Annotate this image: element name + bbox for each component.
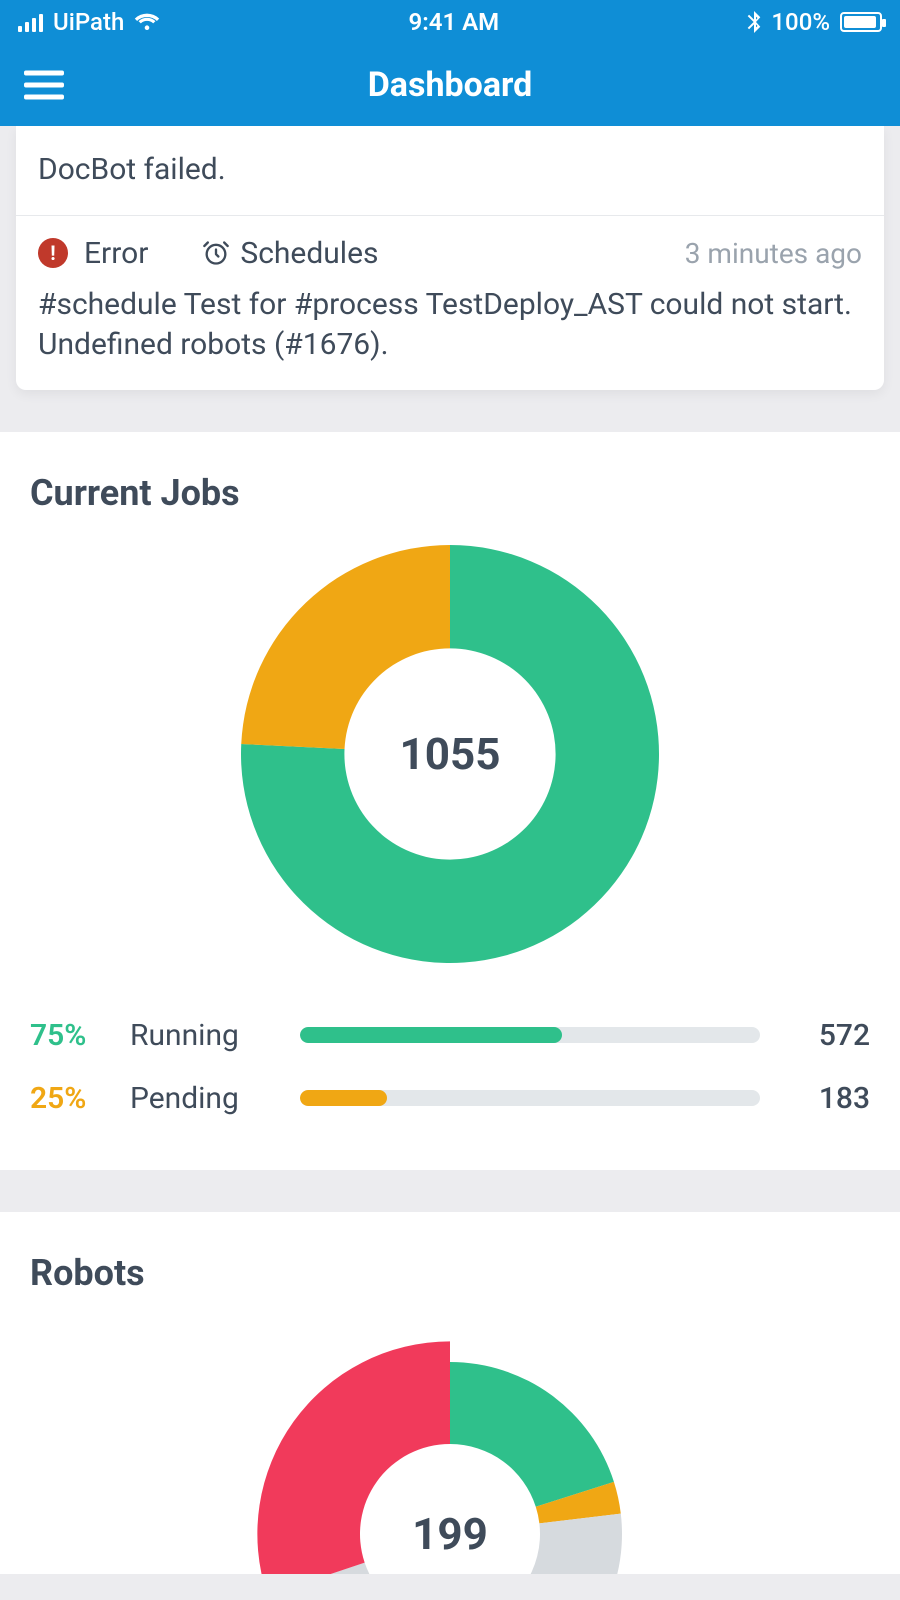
current-jobs-card[interactable]: Current Jobs 1055 75% Running 572 25% Pe… — [0, 432, 900, 1170]
battery-percent: 100% — [771, 8, 830, 36]
status-right: 100% — [747, 8, 882, 36]
alert-category: Schedules — [202, 236, 378, 271]
menu-button[interactable] — [24, 71, 64, 100]
alerts-card[interactable]: DocBot failed. ! Error Schedules 3 minut… — [16, 126, 884, 390]
alert-category-label: Schedules — [240, 236, 378, 271]
legend-bar — [300, 1090, 760, 1106]
status-time: 9:41 AM — [409, 8, 500, 36]
legend-label: Running — [130, 1018, 280, 1053]
cellular-signal-icon — [18, 12, 43, 32]
alert-item[interactable]: ! Error Schedules 3 minutes ago #schedul… — [16, 215, 884, 390]
app-header: Dashboard — [0, 44, 900, 126]
alert-severity: Error — [84, 236, 148, 271]
error-icon: ! — [38, 238, 68, 268]
alert-item[interactable]: DocBot failed. — [16, 126, 884, 215]
legend-pct: 75% — [30, 1018, 110, 1053]
alert-time: 3 minutes ago — [685, 237, 862, 270]
legend-label: Pending — [130, 1081, 280, 1116]
robots-card[interactable]: Robots 199 — [0, 1212, 900, 1574]
alert-header: ! Error Schedules 3 minutes ago — [38, 236, 862, 271]
alert-message: DocBot failed. — [38, 150, 862, 191]
current-jobs-legend: 75% Running 572 25% Pending 183 — [30, 1004, 870, 1130]
current-jobs-donut: 1055 — [30, 534, 870, 974]
legend-row-running: 75% Running 572 — [30, 1004, 870, 1067]
legend-bar — [300, 1027, 760, 1043]
status-left: UiPath — [18, 8, 160, 36]
battery-icon — [840, 12, 882, 32]
bluetooth-icon — [747, 11, 761, 33]
robots-total: 199 — [412, 1508, 488, 1560]
clock-icon — [202, 239, 230, 267]
wifi-icon — [134, 12, 160, 32]
alert-message: #schedule Test for #process TestDeploy_A… — [38, 285, 862, 366]
carrier-label: UiPath — [53, 8, 124, 36]
page-title: Dashboard — [368, 65, 533, 105]
legend-count: 183 — [780, 1081, 870, 1116]
legend-row-pending: 25% Pending 183 — [30, 1067, 870, 1130]
section-title-robots: Robots — [30, 1252, 870, 1294]
status-bar: UiPath 9:41 AM 100% — [0, 0, 900, 44]
current-jobs-total: 1055 — [400, 728, 501, 780]
section-title-current-jobs: Current Jobs — [30, 472, 870, 514]
legend-count: 572 — [780, 1018, 870, 1053]
legend-pct: 25% — [30, 1081, 110, 1116]
robots-donut: 199 — [30, 1314, 870, 1574]
